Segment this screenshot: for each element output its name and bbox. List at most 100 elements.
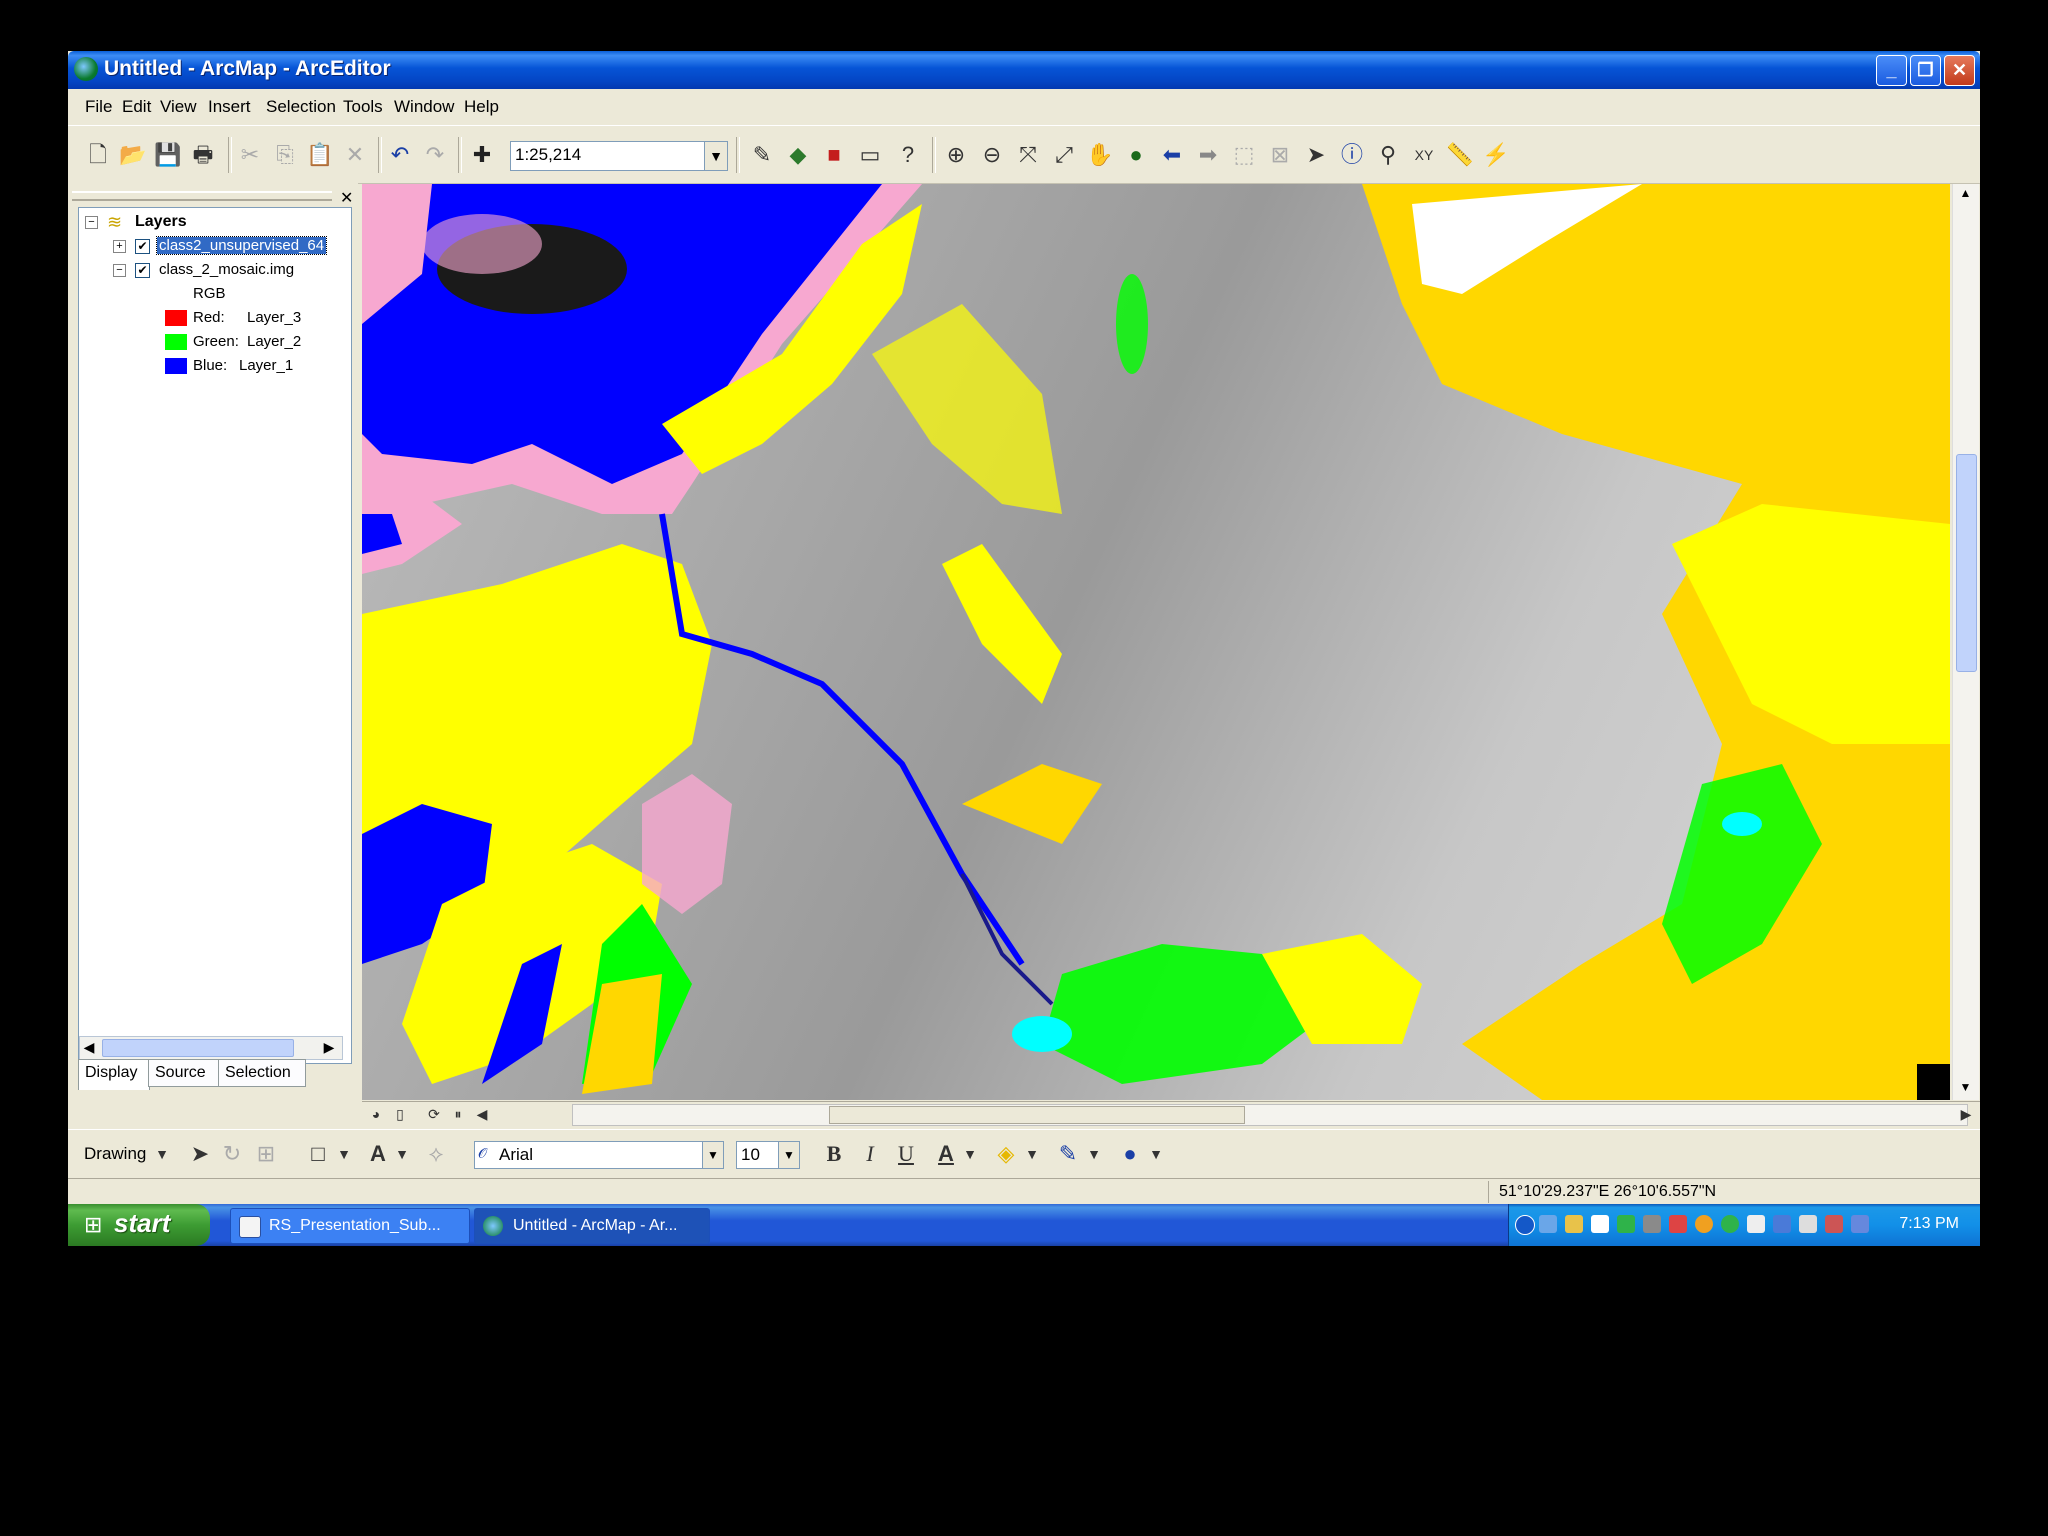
chevron-down-icon[interactable]: ▼ bbox=[1080, 1140, 1108, 1168]
scroll-thumb[interactable] bbox=[829, 1106, 1245, 1124]
arctoolbox-icon[interactable]: ■ bbox=[820, 141, 848, 169]
editor-toolbar-icon[interactable]: ✎ bbox=[748, 141, 776, 169]
layer-visibility-checkbox[interactable]: ✔ bbox=[135, 239, 150, 254]
print-icon[interactable]: 🖶 bbox=[189, 141, 217, 169]
zoom-to-selected-icon[interactable]: ⊞ bbox=[252, 1140, 280, 1168]
arccatalog-icon[interactable]: ◆ bbox=[784, 141, 812, 169]
scroll-left-icon[interactable]: ◀ bbox=[472, 1100, 492, 1128]
tray-app-icon[interactable] bbox=[1695, 1215, 1713, 1233]
measure-icon[interactable]: 📏 bbox=[1446, 141, 1474, 169]
save-icon[interactable]: 💾 bbox=[154, 141, 182, 169]
chevron-down-icon[interactable]: ▼ bbox=[148, 1140, 176, 1168]
fixed-zoom-out-icon[interactable]: ⤢ bbox=[1050, 141, 1078, 169]
menu-view[interactable]: View bbox=[160, 97, 197, 117]
show-hidden-icons-icon[interactable] bbox=[1515, 1215, 1535, 1235]
fixed-zoom-in-icon[interactable]: ⤧ bbox=[1014, 141, 1042, 169]
fill-color-icon[interactable]: ◈ bbox=[992, 1140, 1020, 1168]
tray-app-icon[interactable] bbox=[1565, 1215, 1583, 1233]
italic-icon[interactable]: I bbox=[856, 1140, 884, 1168]
bluetooth-icon[interactable] bbox=[1721, 1215, 1739, 1233]
chevron-down-icon[interactable]: ▼ bbox=[778, 1142, 799, 1168]
scroll-right-icon[interactable]: ▶ bbox=[320, 1039, 338, 1055]
identify-icon[interactable]: ⓘ bbox=[1338, 141, 1366, 169]
open-folder-icon[interactable]: 📂 bbox=[119, 141, 147, 169]
underline-icon[interactable]: U bbox=[892, 1140, 920, 1168]
start-button[interactable]: ⊞ start bbox=[68, 1204, 210, 1246]
vpn-icon[interactable] bbox=[1591, 1215, 1609, 1233]
taskbar-item-word[interactable]: RS_Presentation_Sub... bbox=[230, 1208, 470, 1244]
tray-app-icon[interactable] bbox=[1825, 1215, 1843, 1233]
select-elements-arrow-icon[interactable]: ➤ bbox=[1302, 141, 1330, 169]
back-arrow-icon[interactable]: ⬅ bbox=[1158, 141, 1186, 169]
layout-view-icon[interactable]: ▯ bbox=[390, 1100, 410, 1128]
edit-vertices-icon[interactable]: ⟡ bbox=[422, 1140, 450, 1168]
new-document-icon[interactable]: 🗋 bbox=[84, 141, 112, 169]
expand-icon[interactable]: + bbox=[113, 240, 126, 253]
panel-grip[interactable] bbox=[72, 191, 332, 201]
hyperlink-icon[interactable]: ⚡ bbox=[1482, 141, 1510, 169]
pause-drawing-icon[interactable]: ⏸ bbox=[448, 1100, 468, 1128]
font-name-combobox[interactable]: 𝒪 Arial ▼ bbox=[474, 1141, 724, 1169]
close-button[interactable]: ✕ bbox=[1944, 55, 1975, 86]
map-horizontal-scrollbar[interactable] bbox=[572, 1104, 1968, 1126]
scroll-thumb[interactable] bbox=[1956, 454, 1977, 672]
rotate-icon[interactable]: ↻ bbox=[218, 1140, 246, 1168]
scroll-thumb[interactable] bbox=[102, 1039, 294, 1057]
restore-button[interactable]: ❐ bbox=[1910, 55, 1941, 86]
menu-file[interactable]: File bbox=[85, 97, 112, 117]
scroll-up-icon[interactable]: ▲ bbox=[1956, 186, 1975, 204]
tab-selection[interactable]: Selection bbox=[218, 1059, 306, 1087]
menu-insert[interactable]: Insert bbox=[208, 97, 251, 117]
chevron-down-icon[interactable]: ▼ bbox=[1018, 1140, 1046, 1168]
map-vertical-scrollbar[interactable]: ▲ ▼ bbox=[1952, 184, 1979, 1100]
tray-app-icon[interactable] bbox=[1747, 1215, 1765, 1233]
select-features-icon[interactable]: ⬚ bbox=[1230, 141, 1258, 169]
close-icon[interactable]: ✕ bbox=[340, 188, 353, 208]
battery-icon[interactable] bbox=[1851, 1215, 1869, 1233]
menu-tools[interactable]: Tools bbox=[343, 97, 383, 117]
chevron-down-icon[interactable]: ▼ bbox=[704, 142, 727, 170]
title-bar[interactable]: Untitled - ArcMap - ArcEditor _ ❐ ✕ bbox=[68, 51, 1980, 89]
chevron-down-icon[interactable]: ▼ bbox=[388, 1140, 416, 1168]
tray-app-icon[interactable] bbox=[1669, 1215, 1687, 1233]
layers-root-label[interactable]: Layers bbox=[135, 213, 187, 231]
layer-name[interactable]: class_2_mosaic.img bbox=[159, 261, 294, 278]
delete-icon[interactable]: ✕ bbox=[341, 141, 369, 169]
data-view-icon[interactable]: ◕ bbox=[366, 1100, 386, 1128]
tab-display[interactable]: Display bbox=[78, 1059, 150, 1090]
collapse-icon[interactable]: − bbox=[85, 216, 98, 229]
zoom-out-icon[interactable]: ⊖ bbox=[978, 141, 1006, 169]
drawing-menu[interactable]: Drawing bbox=[84, 1144, 146, 1164]
menu-selection[interactable]: Selection bbox=[266, 97, 336, 117]
chevron-down-icon[interactable]: ▼ bbox=[1142, 1140, 1170, 1168]
menu-window[interactable]: Window bbox=[394, 97, 454, 117]
marker-color-icon[interactable]: ● bbox=[1116, 1140, 1144, 1168]
tray-app-icon[interactable] bbox=[1643, 1215, 1661, 1233]
layer-name-selected[interactable]: class2_unsupervised_64 bbox=[155, 236, 328, 255]
signal-icon[interactable] bbox=[1617, 1215, 1635, 1233]
taskbar-item-arcmap[interactable]: Untitled - ArcMap - Ar... bbox=[474, 1208, 710, 1244]
collapse-icon[interactable]: − bbox=[113, 264, 126, 277]
zoom-in-icon[interactable]: ⊕ bbox=[942, 141, 970, 169]
network-icon[interactable] bbox=[1539, 1215, 1557, 1233]
go-to-xy-icon[interactable]: XY bbox=[1410, 141, 1438, 169]
scroll-right-icon[interactable]: ▶ bbox=[1956, 1100, 1976, 1128]
menu-edit[interactable]: Edit bbox=[122, 97, 151, 117]
find-binoculars-icon[interactable]: ⚲ bbox=[1374, 141, 1402, 169]
rectangle-icon[interactable]: □ bbox=[304, 1140, 332, 1168]
map-display[interactable] bbox=[362, 184, 1950, 1100]
tray-app-icon[interactable] bbox=[1773, 1215, 1791, 1233]
toc-horizontal-scrollbar[interactable]: ◀ ▶ bbox=[79, 1036, 343, 1060]
command-line-icon[interactable]: ▭ bbox=[856, 141, 884, 169]
tab-source[interactable]: Source bbox=[148, 1059, 220, 1087]
undo-icon[interactable]: ↶ bbox=[386, 141, 414, 169]
full-extent-globe-icon[interactable]: ● bbox=[1122, 141, 1150, 169]
chevron-down-icon[interactable]: ▼ bbox=[702, 1142, 723, 1168]
minimize-button[interactable]: _ bbox=[1876, 55, 1907, 86]
scroll-left-icon[interactable]: ◀ bbox=[80, 1039, 98, 1055]
pan-hand-icon[interactable]: ✋ bbox=[1086, 141, 1114, 169]
copy-icon[interactable]: ⎘ bbox=[271, 141, 299, 169]
refresh-icon[interactable]: ⟳ bbox=[424, 1100, 444, 1128]
forward-arrow-icon[interactable]: ➡ bbox=[1194, 141, 1222, 169]
chevron-down-icon[interactable]: ▼ bbox=[956, 1140, 984, 1168]
